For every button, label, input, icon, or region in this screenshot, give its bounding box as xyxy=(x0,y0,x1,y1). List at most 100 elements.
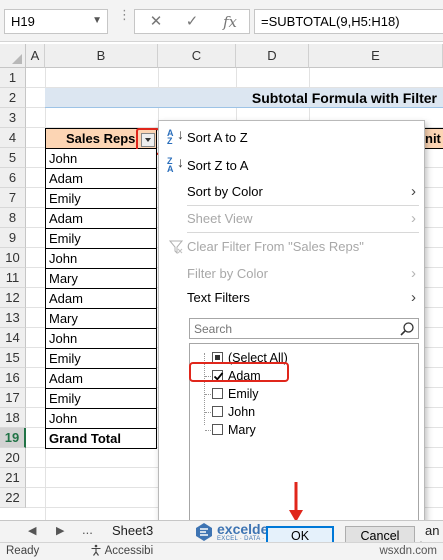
cancel-entry-icon[interactable]: ✕ xyxy=(141,12,171,32)
filter-by-color-item: Filter by Color › xyxy=(159,263,424,285)
text-filters-label: Text Filters xyxy=(187,290,250,305)
row-header-6[interactable]: 6 xyxy=(0,168,26,188)
chevron-right-icon: › xyxy=(411,210,416,227)
row-header-18[interactable]: 18 xyxy=(0,408,26,428)
status-bar: Ready Accessibi wsxdn.com xyxy=(0,542,443,560)
clear-filter-item: Clear Filter From "Sales Reps" xyxy=(159,236,424,258)
sort-z-to-a-item[interactable]: Z A ↓ Sort Z to A xyxy=(159,155,424,177)
sort-by-color-item[interactable]: Sort by Color › xyxy=(159,181,424,203)
row-header-20[interactable]: 20 xyxy=(0,448,26,468)
row-header-19[interactable]: 19 xyxy=(0,428,26,448)
sales-rep-cell[interactable]: Emily xyxy=(45,189,157,209)
sort-z-to-a-label: Sort Z to A xyxy=(187,158,249,173)
checkbox-unchecked-icon[interactable] xyxy=(212,388,223,399)
row-header-1[interactable]: 1 xyxy=(0,68,26,88)
corner-triangle-icon xyxy=(12,54,22,64)
filter-by-color-label: Filter by Color xyxy=(187,266,268,281)
sort-a-z-icon: A Z ↓ xyxy=(167,126,184,146)
row-header-16[interactable]: 16 xyxy=(0,368,26,388)
row-header-14[interactable]: 14 xyxy=(0,328,26,348)
accessibility-icon xyxy=(91,544,101,556)
adam-checkbox-highlight xyxy=(189,362,289,382)
grand-total-cell[interactable]: Grand Total xyxy=(45,429,157,449)
clear-filter-label: Clear Filter From "Sales Reps" xyxy=(187,239,364,254)
sheet-title: Subtotal Formula with Filter xyxy=(251,90,437,106)
enter-entry-icon[interactable]: ✓ xyxy=(177,12,207,32)
column-header-d[interactable]: D xyxy=(236,44,309,68)
sheet-view-item: Sheet View › xyxy=(159,208,424,230)
more-sheets-button[interactable]: ... xyxy=(82,522,93,537)
filter-search-input[interactable] xyxy=(190,319,390,338)
name-box-value: H19 xyxy=(11,14,35,29)
drag-handle-icon[interactable]: ⋮ xyxy=(118,8,131,21)
exceldemy-logo-mark xyxy=(196,523,212,541)
formula-bar: H19 ▼ ⋮ ✕ ✓ fx =SUBTOTAL(9,H5:H18) xyxy=(0,0,443,42)
sales-rep-cell[interactable]: Emily xyxy=(45,229,157,249)
accessibility-status[interactable]: Accessibi xyxy=(90,543,153,560)
filter-item-emily[interactable]: Emily xyxy=(190,385,416,403)
tree-connector xyxy=(205,412,211,413)
row-header-2[interactable]: 2 xyxy=(0,88,26,108)
tree-connector xyxy=(205,430,211,431)
filter-item-john[interactable]: John xyxy=(190,403,416,421)
column-header-a[interactable]: A xyxy=(26,44,45,68)
filter-item-mary[interactable]: Mary xyxy=(190,421,416,439)
sales-rep-cell[interactable]: John xyxy=(45,329,157,349)
column-header-e[interactable]: E xyxy=(309,44,443,68)
filter-search-box xyxy=(189,318,419,339)
tab-next-icon[interactable]: ▶ xyxy=(56,524,64,537)
row-header-3[interactable]: 3 xyxy=(0,108,26,128)
sales-rep-cell[interactable]: Adam xyxy=(45,169,157,189)
row-header-15[interactable]: 15 xyxy=(0,348,26,368)
sales-rep-cell[interactable]: Adam xyxy=(45,289,157,309)
tab-prev-icon[interactable]: ◀ xyxy=(28,524,36,537)
checkbox-unchecked-icon[interactable] xyxy=(212,406,223,417)
row-header-13[interactable]: 13 xyxy=(0,308,26,328)
menu-separator xyxy=(187,232,419,233)
sales-rep-cell[interactable]: Emily xyxy=(45,389,157,409)
chevron-right-icon: › xyxy=(411,265,416,282)
chevron-right-icon: › xyxy=(411,289,416,306)
formula-input[interactable]: =SUBTOTAL(9,H5:H18) xyxy=(254,9,443,34)
row-header-21[interactable]: 21 xyxy=(0,468,26,488)
row-header-9[interactable]: 9 xyxy=(0,228,26,248)
row-header-12[interactable]: 12 xyxy=(0,288,26,308)
sort-a-to-z-label: Sort A to Z xyxy=(187,130,248,145)
row-header-8[interactable]: 8 xyxy=(0,208,26,228)
sales-rep-cell[interactable]: Emily xyxy=(45,349,157,369)
row-header-17[interactable]: 17 xyxy=(0,388,26,408)
row-header-11[interactable]: 11 xyxy=(0,268,26,288)
sales-reps-header-label: Sales Reps xyxy=(66,131,136,146)
checkbox-unchecked-icon[interactable] xyxy=(212,424,223,435)
sort-z-a-icon: Z A ↓ xyxy=(167,154,184,174)
filter-item-label: Emily xyxy=(228,387,259,401)
row-header-7[interactable]: 7 xyxy=(0,188,26,208)
column-header-c[interactable]: C xyxy=(158,44,236,68)
row-header-5[interactable]: 5 xyxy=(0,148,26,168)
status-ready: Ready xyxy=(6,545,40,557)
red-arrow-indicator xyxy=(289,482,303,522)
row-header-10[interactable]: 10 xyxy=(0,248,26,268)
sales-rep-cell[interactable]: Mary xyxy=(45,309,157,329)
row-header-22[interactable]: 22 xyxy=(0,488,26,508)
filter-item-label: Mary xyxy=(228,423,256,437)
sort-a-to-z-item[interactable]: A Z ↓ Sort A to Z xyxy=(159,127,424,149)
watermark-text: wsxdn.com xyxy=(379,545,437,557)
title-band[interactable]: Subtotal Formula with Filter xyxy=(45,88,443,108)
sheet-tab-sheet3[interactable]: Sheet3 xyxy=(112,523,153,538)
name-box[interactable]: H19 ▼ xyxy=(4,9,108,34)
row-header-4[interactable]: 4 xyxy=(0,128,26,148)
sales-rep-cell[interactable]: Adam xyxy=(45,209,157,229)
sales-rep-cell[interactable]: Adam xyxy=(45,369,157,389)
chevron-down-icon[interactable]: ▼ xyxy=(92,15,102,26)
text-filters-item[interactable]: Text Filters › xyxy=(159,287,424,309)
menu-separator xyxy=(187,205,419,206)
sales-rep-cell[interactable]: Mary xyxy=(45,269,157,289)
column-header-b[interactable]: B xyxy=(45,44,158,68)
select-all-corner[interactable] xyxy=(0,44,26,68)
sales-rep-cell[interactable]: John xyxy=(45,149,157,169)
insert-function-icon[interactable]: fx xyxy=(215,12,245,32)
sheet-tab-peek[interactable]: an xyxy=(425,523,443,538)
sales-rep-cell[interactable]: John xyxy=(45,409,157,429)
sales-rep-cell[interactable]: John xyxy=(45,249,157,269)
